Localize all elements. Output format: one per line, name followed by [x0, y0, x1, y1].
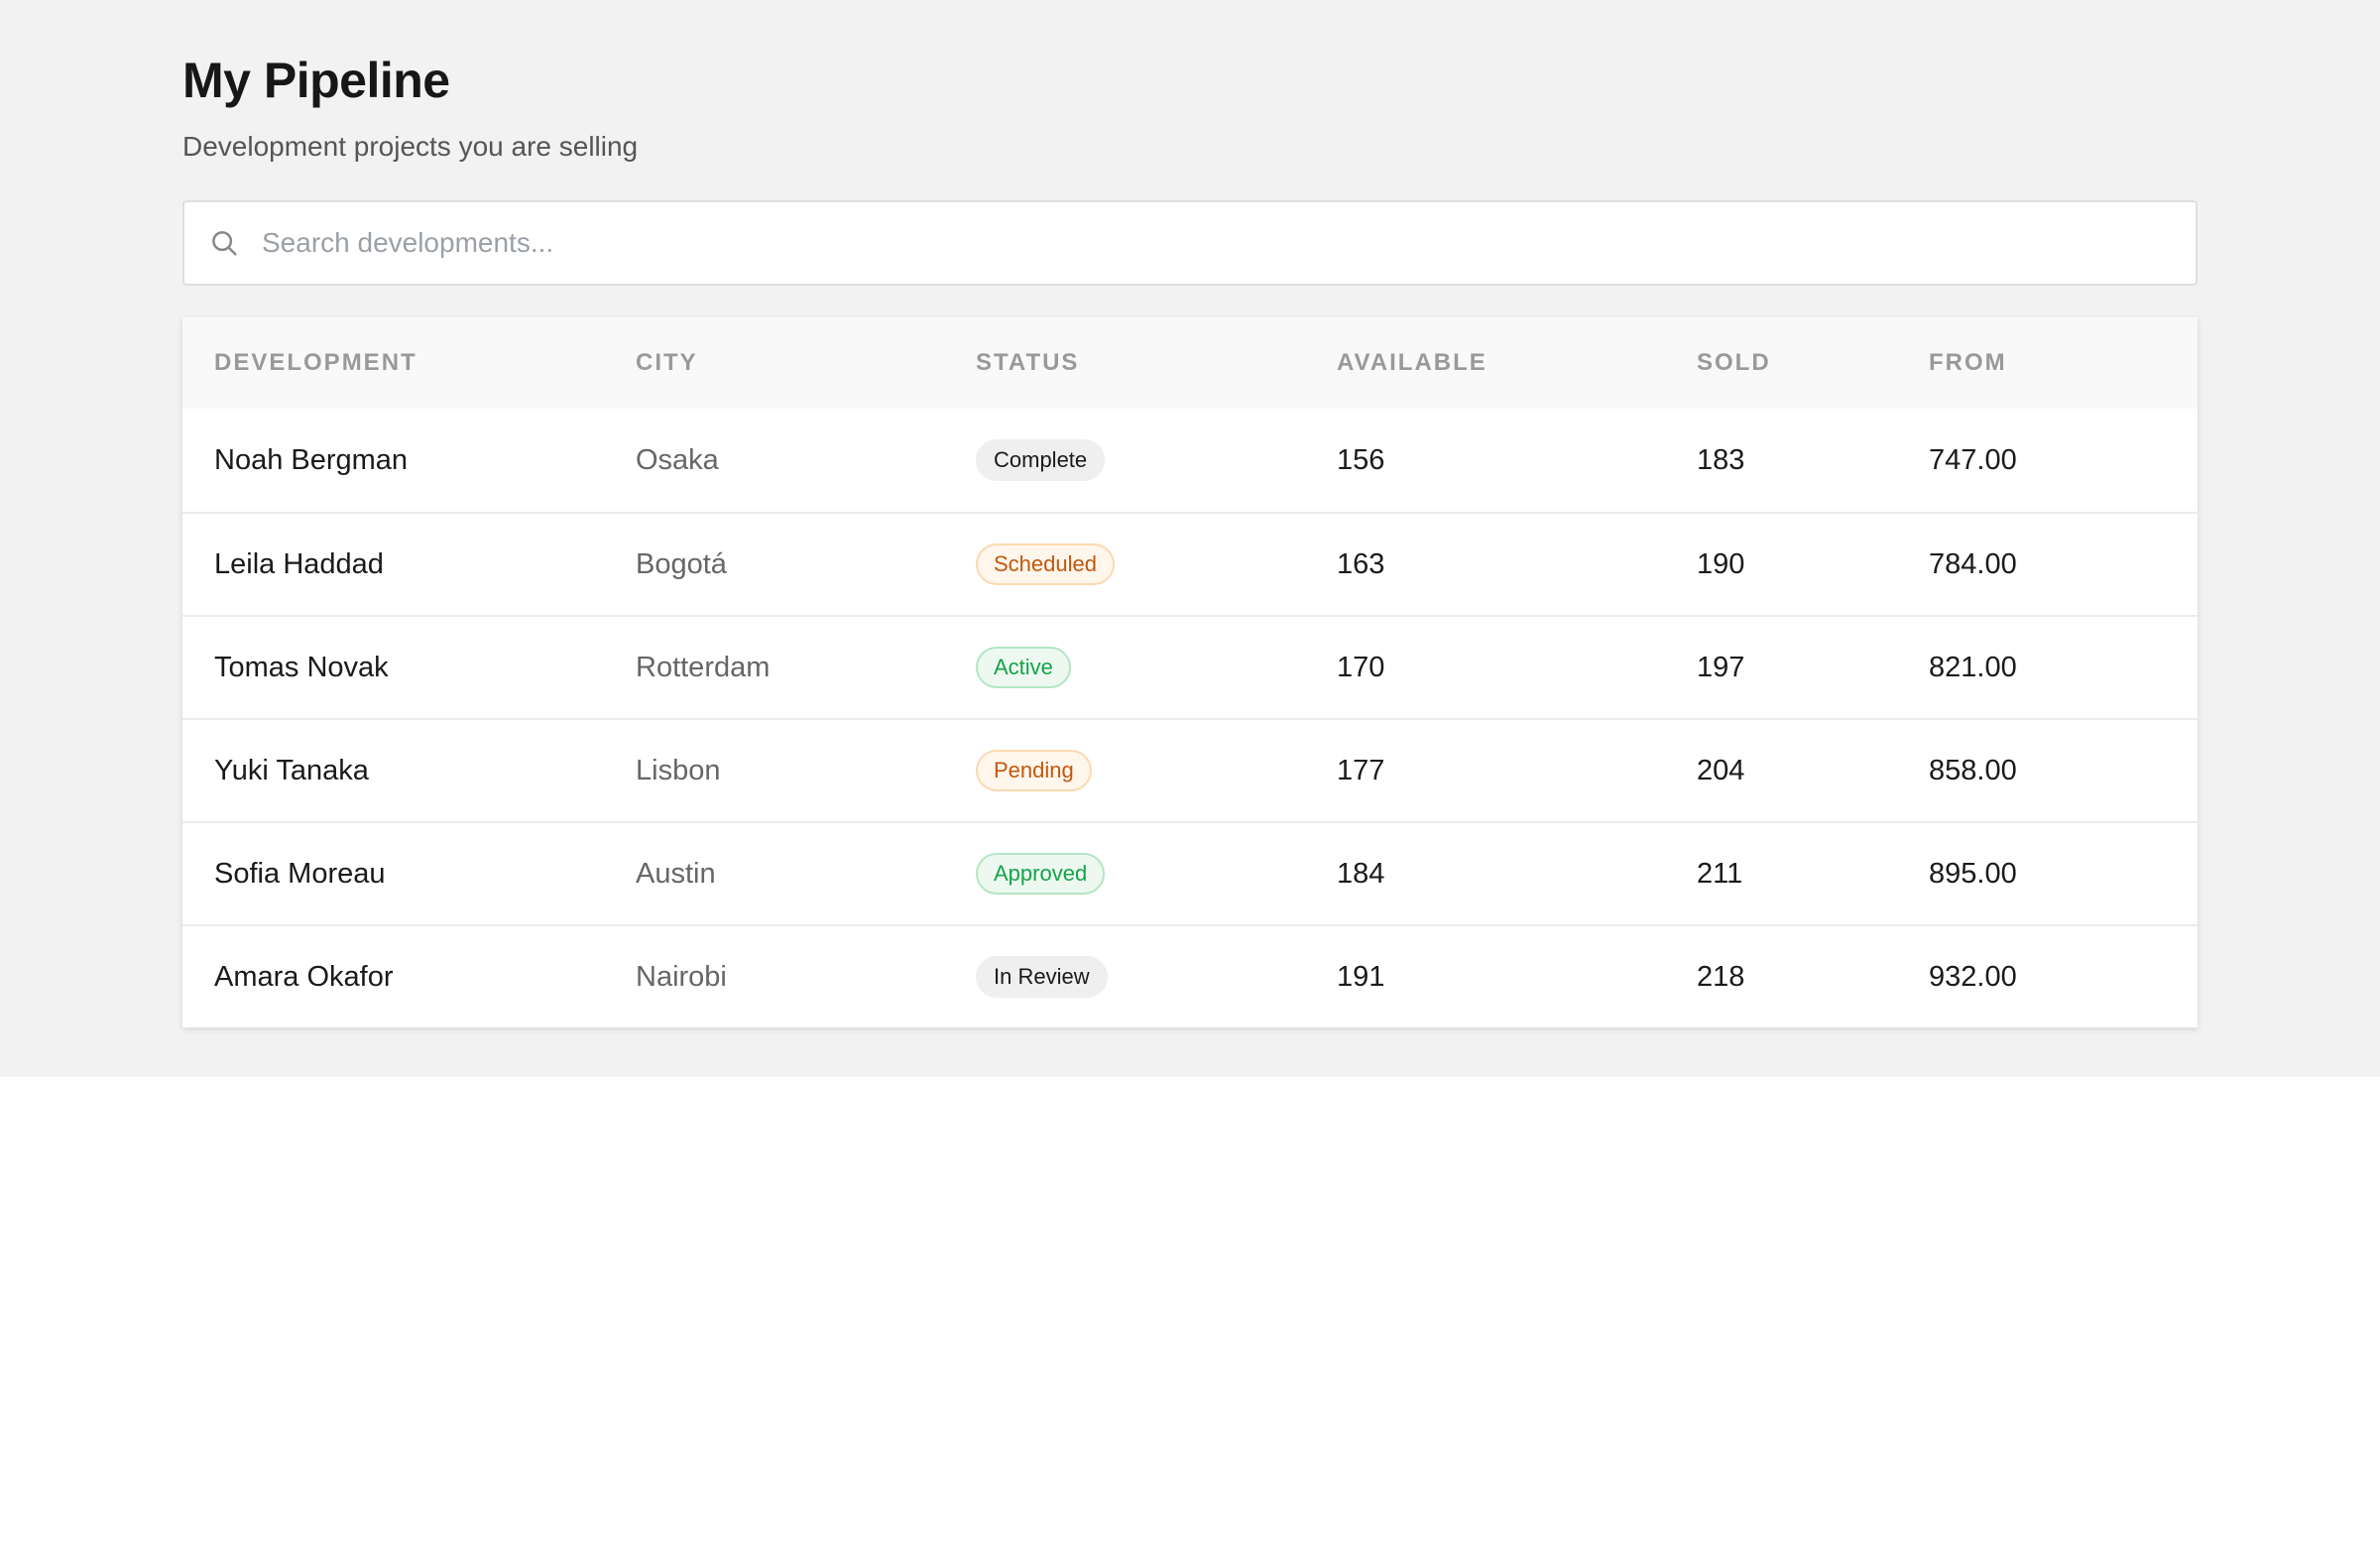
column-header-city[interactable]: City — [636, 349, 976, 377]
status-cell: Scheduled — [976, 542, 1337, 586]
from-price-cell: 747.00 — [1929, 443, 2017, 476]
available-cell: 177 — [1337, 754, 1385, 786]
status-cell: In Review — [976, 955, 1337, 999]
available-cell: 156 — [1337, 443, 1385, 476]
sold-cell: 211 — [1697, 857, 1743, 890]
available-cell: 170 — [1337, 651, 1385, 683]
from-price-cell: 932.00 — [1929, 960, 2017, 993]
from-price-cell: 784.00 — [1929, 547, 2017, 580]
available-cell: 184 — [1337, 857, 1385, 890]
table-body: Noah Bergman Osaka Complete 156 183 747.00 Lei… — [182, 409, 2198, 1027]
search-icon — [208, 227, 240, 259]
sold-cell: 218 — [1697, 960, 1745, 993]
from-price-cell: 895.00 — [1929, 857, 2017, 890]
page-subtitle: Development projects you are selling — [182, 131, 639, 162]
status-badge: Active — [976, 646, 1071, 689]
table-row[interactable]: Yuki Tanaka Lisbon Pending 177 204 858.00 — [182, 718, 2198, 821]
column-header-from[interactable]: From — [1929, 349, 2198, 377]
sold-cell: 183 — [1697, 443, 1745, 476]
city-cell: Lisbon — [636, 754, 721, 786]
status-badge: Complete — [976, 438, 1106, 482]
table-row[interactable]: Amara Okafor Nairobi In Review 191 218 932.00 — [182, 924, 2198, 1027]
status-cell: Complete — [976, 438, 1337, 482]
table-header: Development City Status Available Sold F… — [182, 317, 2198, 409]
column-header-development[interactable]: Development — [182, 349, 636, 377]
table-row[interactable]: Tomas Novak Rotterdam Active 170 197 821.00 — [182, 615, 2198, 718]
development-name[interactable]: Amara Okafor — [182, 961, 636, 994]
status-badge: In Review — [976, 955, 1108, 999]
city-cell: Nairobi — [636, 960, 727, 993]
development-name[interactable]: Yuki Tanaka — [182, 755, 636, 787]
status-cell: Active — [976, 646, 1337, 689]
sold-cell: 197 — [1697, 651, 1745, 683]
page-background: My Pipeline Development projects you are… — [0, 0, 2380, 1077]
status-badge: Scheduled — [976, 542, 1115, 586]
table-row[interactable]: Sofia Moreau Austin Approved 184 211 895.00 — [182, 821, 2198, 924]
from-price-cell: 858.00 — [1929, 754, 2017, 786]
status-badge: Approved — [976, 852, 1106, 896]
available-cell: 163 — [1337, 547, 1385, 580]
development-name[interactable]: Noah Bergman — [182, 444, 636, 477]
development-name[interactable]: Sofia Moreau — [182, 858, 636, 891]
page-title: My Pipeline — [182, 53, 450, 108]
search-bar[interactable] — [182, 200, 2198, 286]
status-cell: Pending — [976, 749, 1337, 792]
column-header-available[interactable]: Available — [1337, 349, 1697, 377]
status-cell: Approved — [976, 852, 1337, 896]
city-cell: Osaka — [636, 443, 719, 476]
developments-table: Development City Status Available Sold F… — [182, 317, 2198, 1027]
column-header-sold[interactable]: Sold — [1697, 349, 1929, 377]
table-row[interactable]: Leila Haddad Bogotá Scheduled 163 190 784.00 — [182, 512, 2198, 615]
status-badge: Pending — [976, 749, 1092, 792]
sold-cell: 190 — [1697, 547, 1745, 580]
city-cell: Bogotá — [636, 547, 727, 580]
search-input[interactable] — [262, 227, 2146, 259]
column-header-status[interactable]: Status — [976, 349, 1337, 377]
city-cell: Rotterdam — [636, 651, 771, 683]
available-cell: 191 — [1337, 960, 1385, 993]
sold-cell: 204 — [1697, 754, 1745, 786]
table-row[interactable]: Noah Bergman Osaka Complete 156 183 747.00 — [182, 409, 2198, 512]
development-name[interactable]: Leila Haddad — [182, 548, 636, 581]
city-cell: Austin — [636, 857, 716, 890]
development-name[interactable]: Tomas Novak — [182, 652, 636, 684]
from-price-cell: 821.00 — [1929, 651, 2017, 683]
